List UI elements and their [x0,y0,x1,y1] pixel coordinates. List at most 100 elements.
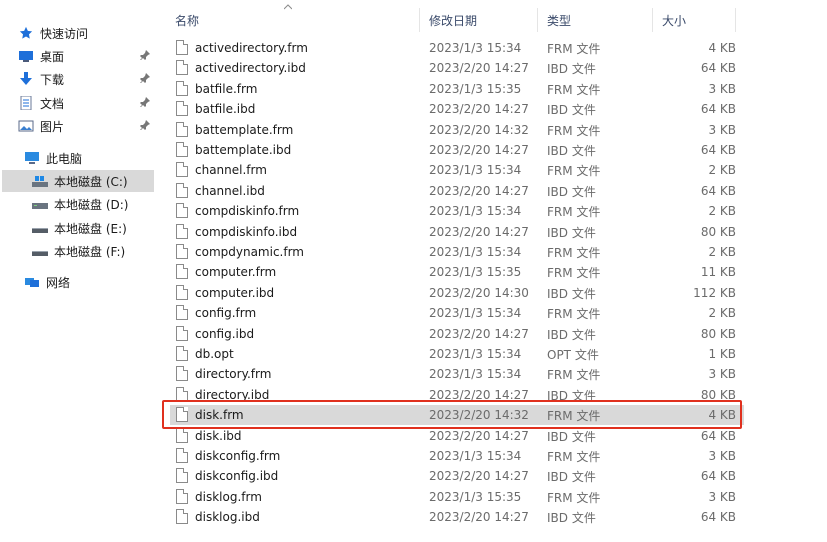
nav-desktop[interactable]: 桌面 [18,45,154,67]
download-icon [20,72,32,85]
nav-drive-e[interactable]: 本地磁盘 (E:) [32,217,154,239]
file-name: activedirectory.ibd [195,61,306,75]
file-size: 64 KB [700,61,736,75]
pin-icon[interactable] [140,50,150,60]
column-divider[interactable] [652,8,653,32]
file-icon [176,81,188,96]
file-type: IBD 文件 [547,469,596,484]
table-row[interactable]: directory.frm 2023/1/3 15:34 FRM 文件 3 KB [170,364,744,384]
file-name: battemplate.ibd [195,143,292,157]
file-size: 3 KB [708,449,736,463]
nav-label: 快速访问 [40,26,89,41]
file-type: FRM 文件 [547,82,601,97]
file-icon [176,244,188,259]
file-modified-date: 2023/2/20 14:27 [429,510,529,524]
file-list-pane: 名称 修改日期 类型 大小 activedirectory.frm 2023/1/… [160,0,827,542]
column-header-size[interactable]: 大小 [662,8,686,32]
column-divider[interactable] [419,8,420,32]
table-row[interactable]: compdiskinfo.frm 2023/1/3 15:34 FRM 文件 2 KB [170,201,744,221]
nav-network[interactable]: 网络 [24,271,154,293]
table-row[interactable]: channel.ibd 2023/2/20 14:27 IBD 文件 64 KB [170,181,744,201]
column-header-date[interactable]: 修改日期 [429,8,477,32]
file-icon [176,366,188,381]
file-type: IBD 文件 [547,286,596,301]
nav-this-pc[interactable]: 此电脑 [24,147,154,169]
table-row[interactable]: compdynamic.frm 2023/1/3 15:34 FRM 文件 2 KB [170,242,744,262]
file-type: FRM 文件 [547,265,601,280]
table-row[interactable]: config.ibd 2023/2/20 14:27 IBD 文件 80 KB [170,324,744,344]
pin-icon[interactable] [140,120,150,130]
file-icon [176,264,188,279]
file-modified-date: 2023/1/3 15:34 [429,306,522,320]
column-header-name[interactable]: 名称 [175,8,199,32]
nav-documents[interactable]: 文档 [18,92,154,114]
column-divider[interactable] [735,8,736,32]
file-name: computer.frm [195,265,277,279]
file-type: IBD 文件 [547,225,596,240]
drive-icon [32,228,48,233]
file-name: disklog.ibd [195,510,260,524]
file-modified-date: 2023/1/3 15:35 [429,490,522,504]
file-modified-date: 2023/1/3 15:34 [429,367,522,381]
table-row[interactable]: activedirectory.ibd 2023/2/20 14:27 IBD 文件… [170,58,744,78]
file-size: 64 KB [700,184,736,198]
file-size: 1 KB [708,347,736,361]
file-icon [176,60,188,75]
table-row[interactable]: channel.frm 2023/1/3 15:34 FRM 文件 2 KB [170,160,744,180]
file-size: 2 KB [708,163,736,177]
file-icon [176,346,188,361]
nav-drive-f[interactable]: 本地磁盘 (F:) [32,240,154,262]
table-row[interactable]: diskconfig.ibd 2023/2/20 14:27 IBD 文件 64 KB [170,466,744,486]
table-row[interactable]: config.frm 2023/1/3 15:34 FRM 文件 2 KB [170,303,744,323]
file-type: FRM 文件 [547,41,601,56]
table-row[interactable]: compdiskinfo.ibd 2023/2/20 14:27 IBD 文件 80 … [170,222,744,242]
file-name: disklog.frm [195,490,262,504]
file-type: FRM 文件 [547,306,601,321]
file-type: FRM 文件 [547,490,601,505]
file-type: FRM 文件 [547,123,601,138]
pin-icon[interactable] [140,73,150,83]
file-icon [176,203,188,218]
table-row[interactable]: disk.ibd 2023/2/20 14:27 IBD 文件 64 KB [170,426,744,446]
file-modified-date: 2023/2/20 14:27 [429,61,529,75]
table-row[interactable]: diskconfig.frm 2023/1/3 15:34 FRM 文件 3 KB [170,446,744,466]
file-size: 2 KB [708,306,736,320]
file-type: IBD 文件 [547,327,596,342]
table-row[interactable]: activedirectory.frm 2023/1/3 15:34 FRM 文件 4… [170,38,744,58]
table-row[interactable]: db.opt 2023/1/3 15:34 OPT 文件 1 KB [170,344,744,364]
nav-drive-d[interactable]: 本地磁盘 (D:) [32,193,154,215]
table-row[interactable]: disklog.frm 2023/1/3 15:35 FRM 文件 3 KB [170,487,744,507]
desktop-icon [19,51,33,62]
nav-quick-access[interactable]: 快速访问 [18,22,154,44]
file-name: db.opt [195,347,234,361]
file-icon [176,428,188,443]
table-row[interactable]: battemplate.frm 2023/2/20 14:32 FRM 文件 3 KB [170,120,744,140]
table-row[interactable]: batfile.ibd 2023/2/20 14:27 IBD 文件 64 KB [170,99,744,119]
table-row[interactable]: disklog.ibd 2023/2/20 14:27 IBD 文件 64 KB [170,507,744,527]
file-icon [176,224,188,239]
table-row[interactable]: battemplate.ibd 2023/2/20 14:27 IBD 文件 64 K… [170,140,744,160]
file-size: 64 KB [700,143,736,157]
file-name: batfile.frm [195,82,258,96]
nav-pictures[interactable]: 图片 [18,115,154,137]
sort-ascending-icon [284,4,292,10]
file-modified-date: 2023/2/20 14:27 [429,102,529,116]
file-modified-date: 2023/2/20 14:27 [429,143,529,157]
file-icon [176,468,188,483]
file-type: IBD 文件 [547,510,596,525]
file-size: 2 KB [708,245,736,259]
nav-downloads[interactable]: 下载 [18,68,154,90]
table-row[interactable]: batfile.frm 2023/1/3 15:35 FRM 文件 3 KB [170,79,744,99]
file-icon [176,285,188,300]
table-row[interactable]: computer.ibd 2023/2/20 14:30 IBD 文件 112 KB [170,283,744,303]
computer-icon [25,152,39,164]
column-header-type[interactable]: 类型 [547,8,571,32]
nav-drive-c[interactable]: 本地磁盘 (C:) [2,170,154,192]
file-name: diskconfig.ibd [195,469,279,483]
file-icon [176,101,188,116]
file-icon [176,40,188,55]
table-row[interactable]: computer.frm 2023/1/3 15:35 FRM 文件 11 KB [170,262,744,282]
nav-label: 本地磁盘 (E:) [54,221,127,236]
pin-icon[interactable] [140,97,150,107]
column-divider[interactable] [537,8,538,32]
